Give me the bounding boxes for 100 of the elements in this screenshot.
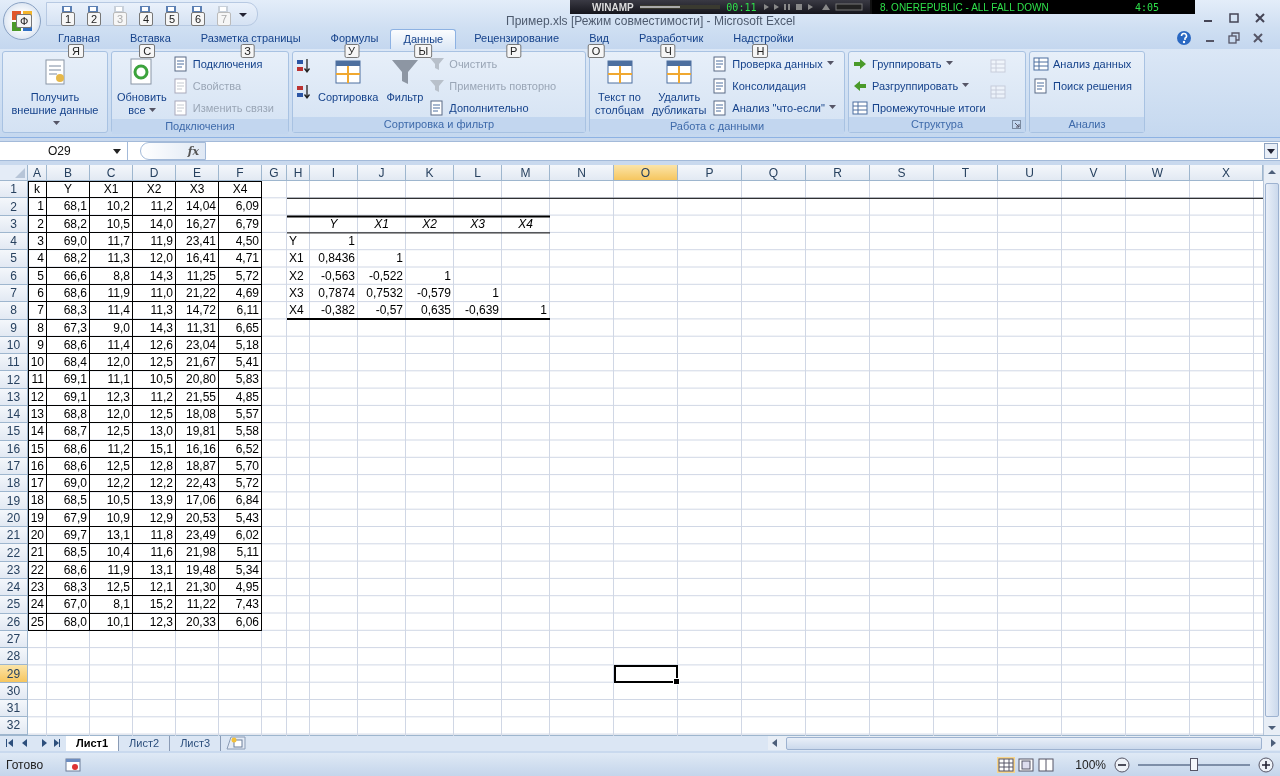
caret-icon (53, 121, 60, 127)
row-header[interactable]: 12 (0, 371, 28, 389)
row-header[interactable]: 31 (0, 700, 28, 718)
row-header[interactable]: 19 (0, 492, 28, 510)
column-header[interactable]: N (550, 165, 614, 182)
close-icon[interactable] (1254, 11, 1266, 24)
table-cell: 6,84 (219, 492, 262, 510)
ribbon-button[interactable]: Анализ "что-если" (712, 98, 836, 117)
column-header[interactable]: P (678, 165, 742, 182)
page-layout-icon[interactable] (1017, 756, 1036, 773)
row-header[interactable]: 21 (0, 527, 28, 545)
sheet-tab[interactable]: Лист2 (119, 736, 171, 751)
column-header[interactable]: M (502, 165, 550, 182)
table-cell: 14,04 (176, 198, 219, 216)
column-header[interactable]: L (454, 165, 502, 182)
row-header[interactable]: 8 (0, 302, 28, 320)
column-header[interactable]: W (1126, 165, 1190, 182)
column-header[interactable]: I (310, 165, 358, 182)
table-cell: 11,0 (133, 284, 176, 303)
ribbon-button[interactable]: Консолидация (712, 76, 836, 95)
column-header[interactable]: F (219, 165, 262, 182)
column-header[interactable]: R (806, 165, 870, 182)
table-cell: 5,43 (219, 509, 262, 528)
table-cell-text: X1 (288, 250, 305, 268)
zoom-out-icon[interactable] (1114, 756, 1130, 773)
help-icon[interactable] (1176, 30, 1192, 47)
vertical-scrollbar[interactable] (1263, 165, 1280, 735)
column-header[interactable]: V (1062, 165, 1126, 182)
column-header[interactable]: H (287, 165, 310, 182)
column-header[interactable]: O (614, 165, 678, 182)
table-cell: 21,30 (176, 578, 219, 597)
caret-icon (148, 108, 156, 114)
table-cell: 20,53 (176, 509, 219, 528)
horizontal-scrollbar[interactable] (768, 736, 1280, 751)
column-header[interactable]: K (406, 165, 454, 182)
zoom-slider-thumb[interactable] (1190, 757, 1198, 771)
name-box[interactable]: O29 (0, 142, 128, 161)
cell-cursor[interactable] (614, 665, 678, 683)
table-cell: 21,98 (176, 544, 219, 562)
sort-icon (296, 57, 312, 74)
page-break-icon[interactable] (1037, 756, 1056, 773)
table-cell: 13,1 (133, 561, 176, 579)
table-cell: 69,0 (47, 233, 90, 251)
column-header[interactable]: U (998, 165, 1062, 182)
column-header[interactable]: T (934, 165, 998, 182)
dialog-launcher-icon[interactable] (1012, 119, 1021, 129)
table-cell: 7,43 (219, 596, 262, 614)
row-header[interactable]: 18 (0, 475, 28, 493)
table-cell: 11,7 (90, 233, 133, 251)
row-header[interactable]: 2 (0, 198, 28, 216)
normal-view-icon[interactable] (997, 756, 1016, 773)
row-header[interactable]: 29 (0, 665, 28, 683)
ribbon-button[interactable]: Анализ данных (1033, 54, 1132, 73)
table-cell: 11,9 (133, 233, 176, 251)
column-header[interactable]: X (1190, 165, 1263, 182)
sheet-tab[interactable]: Лист1 (66, 736, 120, 751)
ribbon-button[interactable]: Группировать (852, 54, 986, 73)
maximize-icon[interactable] (1228, 11, 1240, 24)
macro-record-icon[interactable] (65, 757, 82, 772)
insert-function-button[interactable]: fx (140, 142, 206, 161)
row-header[interactable]: 5 (0, 250, 28, 268)
zoom-level[interactable]: 100% (1075, 757, 1106, 772)
row-header[interactable]: 28 (0, 648, 28, 666)
table-cell: 67,0 (47, 596, 90, 614)
table-cell: 12,9 (133, 509, 176, 528)
ribbon-button[interactable]: Проверка данных (712, 54, 836, 73)
table-cell: 68,5 (47, 492, 90, 510)
sheet-icon (712, 55, 729, 72)
table-cell: 69,1 (47, 388, 90, 406)
ribbon-button[interactable]: Промежуточные итоги (852, 98, 986, 117)
row-header[interactable]: 22 (0, 544, 28, 562)
zoom-in-icon[interactable] (1258, 756, 1274, 773)
row-header[interactable]: 4 (0, 233, 28, 251)
column-header[interactable]: J (358, 165, 406, 182)
column-header[interactable]: C (90, 165, 133, 182)
column-header[interactable]: G (262, 165, 287, 182)
ribbon-button[interactable]: Разгруппировать (852, 76, 986, 95)
table-cell: 11,4 (90, 302, 133, 320)
key-tip: Ч (660, 43, 676, 58)
row-header[interactable]: 1 (0, 181, 28, 199)
table-cell: 10,4 (90, 544, 133, 562)
column-header[interactable]: B (47, 165, 90, 182)
ribbon-button[interactable]: Поиск решения (1033, 76, 1132, 95)
column-header[interactable]: A (28, 165, 47, 182)
column-header[interactable]: S (870, 165, 934, 182)
ribbon-button[interactable]: Дополнительно (429, 98, 557, 117)
column-header[interactable]: E (176, 165, 219, 182)
column-header[interactable]: D (133, 165, 176, 182)
column-header[interactable]: Q (742, 165, 806, 182)
row-header[interactable]: 15 (0, 423, 28, 441)
close-icon[interactable] (1252, 32, 1264, 45)
sheet-tab[interactable]: Лист3 (170, 736, 222, 751)
row-header[interactable]: 32 (0, 717, 28, 735)
table-cell-text: X2 (421, 215, 438, 233)
expand-icon[interactable] (1264, 143, 1278, 160)
restore-icon[interactable] (1228, 32, 1240, 45)
row-header[interactable]: 25 (0, 596, 28, 614)
sheet-navigation-icon[interactable] (4, 737, 60, 750)
key-tip: 5 (165, 11, 180, 26)
row-header[interactable]: 11 (0, 354, 28, 372)
